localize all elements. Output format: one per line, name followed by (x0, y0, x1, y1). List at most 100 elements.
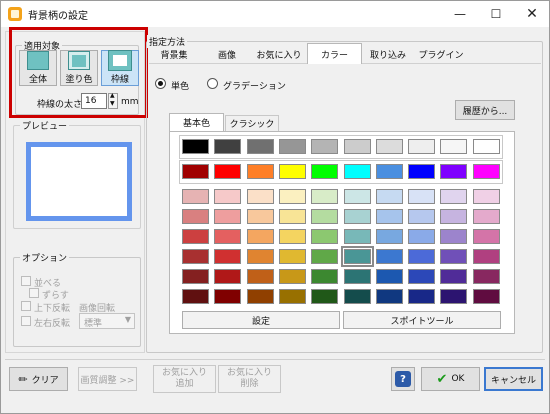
color-swatch-5-7[interactable] (408, 289, 435, 304)
color-swatch-3-7[interactable] (408, 249, 435, 264)
close-button[interactable]: ✕ (514, 1, 550, 27)
color-swatch-3-9[interactable] (473, 249, 500, 264)
color-swatch-0-2[interactable] (247, 189, 274, 204)
cancel-button[interactable]: キャンセル (484, 367, 543, 391)
color-swatch-5-9[interactable] (473, 289, 500, 304)
tab-import[interactable]: 取り込み (363, 45, 413, 63)
color-swatch-top-7[interactable] (408, 139, 435, 154)
color-swatch-0-5[interactable] (344, 189, 371, 204)
set-button[interactable]: 設定 (182, 311, 340, 329)
tab-plugin[interactable]: プラグイン (415, 45, 467, 63)
color-swatch-5-6[interactable] (376, 289, 403, 304)
color-swatch-2-5[interactable] (344, 229, 371, 244)
color-swatch-primary-3[interactable] (279, 164, 306, 179)
flip-vertical-checkbox[interactable] (21, 301, 31, 311)
color-swatch-0-0[interactable] (182, 189, 209, 204)
color-swatch-2-4[interactable] (311, 229, 338, 244)
color-swatch-1-8[interactable] (440, 209, 467, 224)
color-swatch-2-8[interactable] (440, 229, 467, 244)
color-swatch-3-6[interactable] (376, 249, 403, 264)
clear-button[interactable]: ✏ クリア (9, 367, 68, 391)
color-swatch-5-3[interactable] (279, 289, 306, 304)
favorite-delete-button[interactable]: お気に入り 削除 (218, 365, 281, 393)
color-swatch-primary-1[interactable] (214, 164, 241, 179)
image-adjust-button[interactable]: 画質調整 >> (78, 367, 137, 391)
color-swatch-1-2[interactable] (247, 209, 274, 224)
color-swatch-0-3[interactable] (279, 189, 306, 204)
color-swatch-4-8[interactable] (440, 269, 467, 284)
color-swatch-top-9[interactable] (473, 139, 500, 154)
color-swatch-4-7[interactable] (408, 269, 435, 284)
subtab-basic-colors[interactable]: 基本色 (169, 113, 224, 131)
flip-horizontal-checkbox[interactable] (21, 316, 31, 326)
color-swatch-2-6[interactable] (376, 229, 403, 244)
tab-image[interactable]: 画像 (207, 45, 247, 63)
maximize-button[interactable]: ☐ (478, 1, 514, 27)
color-swatch-2-3[interactable] (279, 229, 306, 244)
rotate-select[interactable]: 標準 ▼ (79, 313, 135, 329)
color-swatch-top-5[interactable] (344, 139, 371, 154)
color-swatch-3-3[interactable] (279, 249, 306, 264)
color-swatch-1-5[interactable] (344, 209, 371, 224)
color-swatch-0-1[interactable] (214, 189, 241, 204)
color-swatch-5-2[interactable] (247, 289, 274, 304)
color-swatch-0-8[interactable] (440, 189, 467, 204)
color-swatch-2-9[interactable] (473, 229, 500, 244)
color-swatch-top-1[interactable] (214, 139, 241, 154)
color-swatch-3-4[interactable] (311, 249, 338, 264)
color-swatch-1-7[interactable] (408, 209, 435, 224)
color-swatch-0-4[interactable] (311, 189, 338, 204)
color-swatch-4-3[interactable] (279, 269, 306, 284)
color-swatch-2-0[interactable] (182, 229, 209, 244)
color-swatch-5-0[interactable] (182, 289, 209, 304)
color-swatch-1-6[interactable] (376, 209, 403, 224)
ok-button[interactable]: ✔ OK (421, 367, 480, 391)
color-swatch-primary-0[interactable] (182, 164, 209, 179)
color-swatch-primary-9[interactable] (473, 164, 500, 179)
minimize-button[interactable]: — (442, 1, 478, 27)
color-swatch-primary-8[interactable] (440, 164, 467, 179)
color-swatch-4-4[interactable] (311, 269, 338, 284)
color-swatch-top-3[interactable] (279, 139, 306, 154)
color-swatch-primary-2[interactable] (247, 164, 274, 179)
color-swatch-5-8[interactable] (440, 289, 467, 304)
color-swatch-primary-5[interactable] (344, 164, 371, 179)
tab-color[interactable]: カラー (307, 43, 362, 64)
tab-favorites[interactable]: お気に入り (251, 45, 307, 63)
color-swatch-0-6[interactable] (376, 189, 403, 204)
color-swatch-primary-6[interactable] (376, 164, 403, 179)
color-swatch-top-2[interactable] (247, 139, 274, 154)
history-button[interactable]: 履歴から... (455, 100, 515, 120)
color-swatch-4-0[interactable] (182, 269, 209, 284)
tab-background-collection[interactable]: 背景集 (153, 45, 195, 63)
color-swatch-2-2[interactable] (247, 229, 274, 244)
color-swatch-top-0[interactable] (182, 139, 209, 154)
help-button[interactable]: ? (391, 367, 415, 391)
color-swatch-4-6[interactable] (376, 269, 403, 284)
color-swatch-1-1[interactable] (214, 209, 241, 224)
color-swatch-0-7[interactable] (408, 189, 435, 204)
subtab-classic[interactable]: クラシック (225, 115, 279, 131)
color-swatch-3-5[interactable] (341, 246, 374, 267)
color-swatch-3-1[interactable] (214, 249, 241, 264)
color-swatch-4-5[interactable] (344, 269, 371, 284)
shift-checkbox[interactable] (29, 288, 39, 298)
color-swatch-1-4[interactable] (311, 209, 338, 224)
tile-checkbox[interactable] (21, 276, 31, 286)
color-swatch-primary-7[interactable] (408, 164, 435, 179)
color-swatch-1-9[interactable] (473, 209, 500, 224)
favorite-add-button[interactable]: お気に入り 追加 (153, 365, 216, 393)
radio-solid[interactable] (155, 78, 166, 89)
color-swatch-2-1[interactable] (214, 229, 241, 244)
color-swatch-0-9[interactable] (473, 189, 500, 204)
color-swatch-2-7[interactable] (408, 229, 435, 244)
color-swatch-5-1[interactable] (214, 289, 241, 304)
color-swatch-1-0[interactable] (182, 209, 209, 224)
color-swatch-top-6[interactable] (376, 139, 403, 154)
color-swatch-4-2[interactable] (247, 269, 274, 284)
color-swatch-1-3[interactable] (279, 209, 306, 224)
color-swatch-primary-4[interactable] (311, 164, 338, 179)
color-swatch-5-5[interactable] (344, 289, 371, 304)
radio-gradient[interactable] (207, 78, 218, 89)
eyedropper-button[interactable]: スポイトツール (343, 311, 501, 329)
